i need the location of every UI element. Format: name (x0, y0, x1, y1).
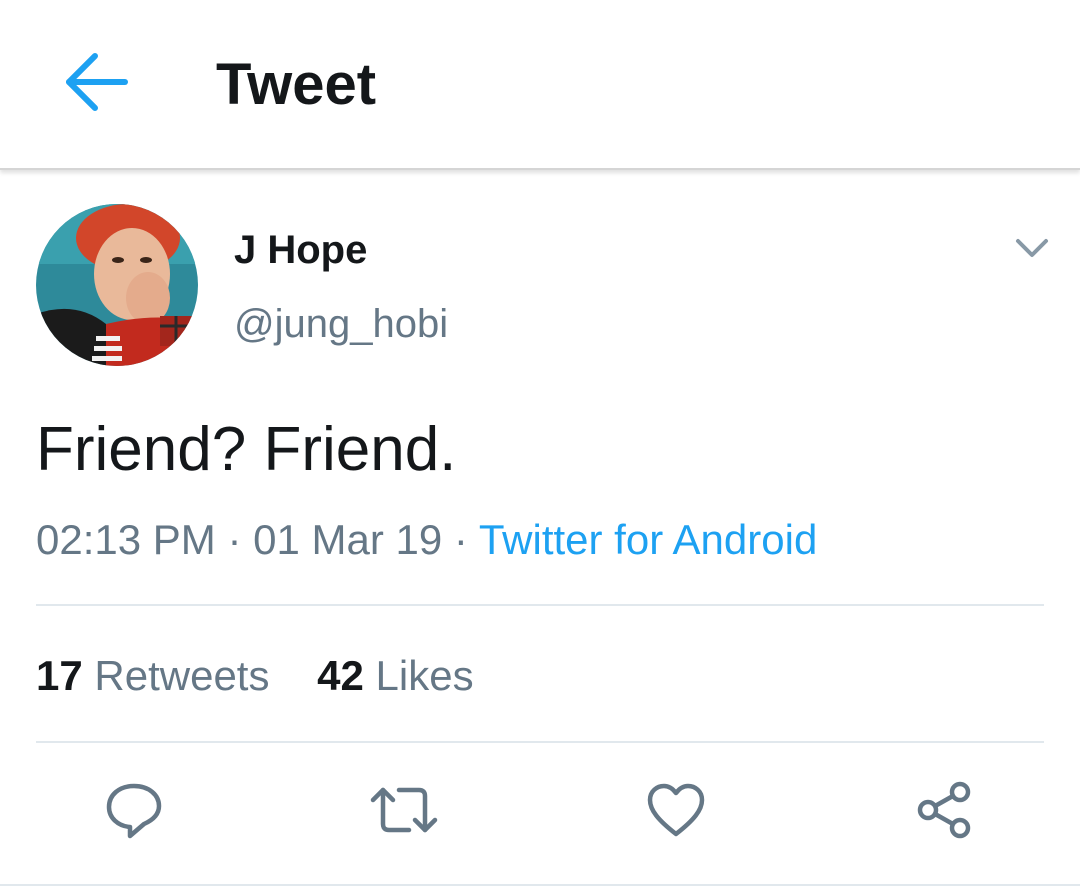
tweet-text: Friend? Friend. (36, 415, 457, 484)
retweets-stat[interactable]: 17 Retweets (36, 650, 269, 702)
meta-separator: · (453, 516, 468, 563)
bottom-divider (0, 884, 1080, 886)
chevron-down-icon (1015, 237, 1049, 264)
likes-count: 42 (317, 652, 364, 699)
heart-icon (646, 782, 706, 843)
retweets-label: Retweets (94, 652, 270, 699)
tweet-stats: 17 Retweets 42 Likes (36, 650, 474, 702)
meta-separator: · (227, 516, 242, 563)
likes-stat[interactable]: 42 Likes (317, 650, 473, 702)
profile-photo (36, 204, 198, 366)
share-button[interactable] (904, 776, 984, 848)
divider (36, 604, 1044, 606)
tweet-menu-button[interactable] (1008, 228, 1056, 272)
author-handle[interactable]: @jung_hobi (234, 300, 448, 348)
back-button[interactable] (56, 48, 136, 120)
tweet-date: 01 Mar 19 (253, 516, 443, 563)
arrow-left-icon (63, 52, 129, 117)
top-app-bar: Tweet (0, 0, 1080, 170)
avatar[interactable] (36, 204, 198, 366)
author-display-name[interactable]: J Hope (234, 226, 367, 274)
retweet-button[interactable] (364, 776, 444, 848)
share-icon (914, 780, 974, 845)
like-button[interactable] (636, 776, 716, 848)
tweet-meta: 02:13 PM · 01 Mar 19 · Twitter for Andro… (36, 514, 817, 566)
reply-icon (104, 780, 164, 845)
tweet-source-link[interactable]: Twitter for Android (479, 516, 817, 563)
page-title: Tweet (216, 52, 377, 117)
divider (36, 741, 1044, 743)
likes-label: Likes (375, 652, 474, 699)
tweet-time: 02:13 PM (36, 516, 216, 563)
reply-button[interactable] (94, 776, 174, 848)
retweet-icon (369, 784, 439, 841)
retweets-count: 17 (36, 652, 83, 699)
